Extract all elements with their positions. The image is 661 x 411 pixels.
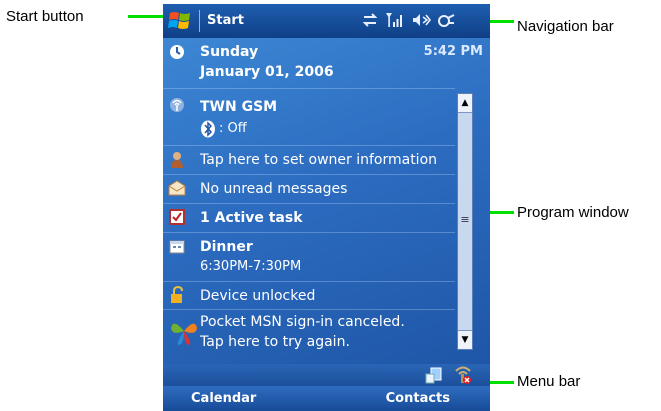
- start-label[interactable]: Start: [207, 13, 244, 28]
- date-label: January 01, 2006: [200, 64, 334, 80]
- activesync-icon[interactable]: [425, 366, 443, 388]
- clock-icon: [167, 44, 187, 62]
- date-row[interactable]: Sunday January 01, 2006 5:42 PM: [163, 38, 483, 89]
- program-window: Sunday January 01, 2006 5:42 PM TWN GSM …: [163, 38, 490, 364]
- owner-info-link: Tap here to set owner information: [200, 152, 438, 168]
- msn-line-1: Pocket MSN sign-in canceled.: [200, 314, 405, 330]
- callout-line-start: [128, 15, 166, 18]
- device-screen: Start Sunday January 01, 2006 5:42 PM TW…: [163, 4, 490, 411]
- antenna-icon: [167, 97, 187, 115]
- scroll-thumb[interactable]: ≡: [459, 214, 471, 226]
- msn-line-2: Tap here to try again.: [200, 334, 350, 350]
- windows-flag-icon: [168, 12, 190, 29]
- callout-line-menu: [489, 381, 514, 384]
- power-plug-icon[interactable]: [436, 11, 456, 31]
- callout-navigation-bar: Navigation bar: [517, 18, 614, 35]
- navigation-bar: Start: [163, 4, 490, 38]
- callout-menu-bar: Menu bar: [517, 373, 581, 390]
- tasks-row[interactable]: 1 Active task: [163, 204, 455, 233]
- callout-program-window: Program window: [517, 204, 629, 221]
- vertical-scrollbar[interactable]: ▲ ≡ ▼: [457, 93, 473, 350]
- softkey-contacts[interactable]: Contacts: [386, 391, 450, 406]
- callout-start-button: Start button: [6, 8, 84, 25]
- scroll-up-button[interactable]: ▲: [458, 94, 472, 113]
- lock-row[interactable]: Device unlocked: [163, 282, 455, 310]
- sync-arrows-icon[interactable]: [361, 11, 379, 31]
- calendar-icon: [167, 239, 187, 257]
- scroll-down-button[interactable]: ▼: [458, 330, 472, 349]
- appointment-row[interactable]: Dinner 6:30PM-7:30PM: [163, 233, 455, 282]
- callout-line-program: [489, 211, 514, 214]
- tray-row: [163, 364, 490, 386]
- task-checkbox-icon: [167, 209, 187, 227]
- day-label: Sunday: [200, 44, 259, 60]
- appointment-title: Dinner: [200, 239, 253, 255]
- owner-person-icon: [167, 151, 187, 169]
- signal-icon[interactable]: [385, 11, 405, 31]
- menu-bar: Calendar Contacts: [163, 386, 490, 411]
- msn-butterfly-icon: [169, 316, 199, 346]
- tasks-label: 1 Active task: [200, 210, 303, 226]
- start-button[interactable]: [167, 9, 195, 33]
- navbar-separator: [199, 10, 200, 32]
- network-name: TWN GSM: [200, 99, 278, 115]
- owner-row[interactable]: Tap here to set owner information: [163, 146, 455, 175]
- speaker-icon[interactable]: [411, 11, 432, 31]
- msn-row[interactable]: Pocket MSN sign-in canceled. Tap here to…: [163, 310, 455, 358]
- envelope-icon: [167, 180, 187, 198]
- unlocked-padlock-icon: [167, 285, 187, 304]
- time-label: 5:42 PM: [423, 44, 483, 59]
- bluetooth-status: : Off: [219, 121, 247, 136]
- softkey-calendar[interactable]: Calendar: [191, 391, 256, 406]
- appointment-time: 6:30PM-7:30PM: [200, 259, 302, 274]
- connection-row[interactable]: TWN GSM : Off: [163, 89, 455, 146]
- messages-label: No unread messages: [200, 181, 348, 197]
- bluetooth-icon: [200, 120, 216, 138]
- lock-status: Device unlocked: [200, 288, 316, 304]
- messages-row[interactable]: No unread messages: [163, 175, 455, 204]
